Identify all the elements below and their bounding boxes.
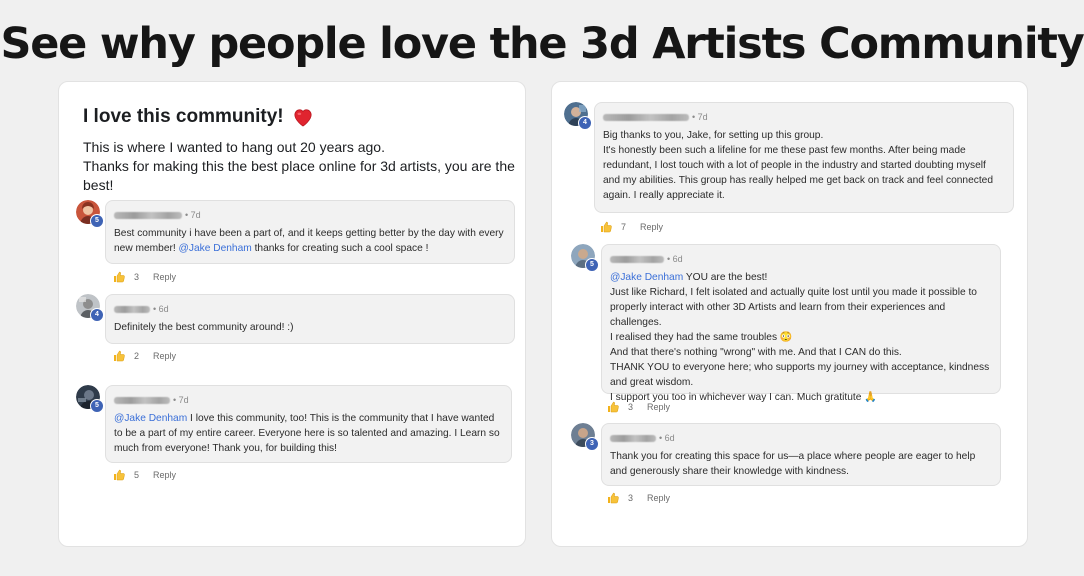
comment-time: • 6d — [153, 304, 169, 314]
post-title-text: I love this community! — [83, 106, 284, 127]
comment-text-part: YOU are the best! — [683, 272, 768, 283]
comment-meta: • 6d — [114, 303, 506, 315]
comment: 4 • 7d Big thanks to you, Jake, for sett… — [564, 102, 1016, 237]
comment-bubble: • 6d Definitely the best community aroun… — [105, 294, 515, 344]
heart-icon — [294, 109, 312, 127]
comment-bubble: • 6d @Jake Denham YOU are the best! Just… — [601, 244, 1001, 403]
thumbs-up-icon[interactable] — [113, 271, 125, 283]
like-count: 2 — [134, 351, 140, 361]
comment-bubble: • 7d @Jake Denham I love this community,… — [105, 385, 512, 463]
author-name-blurred[interactable] — [610, 434, 656, 442]
comment-reply: 3 • 6d Thank you for creating this space… — [571, 423, 1003, 508]
post-body: This is where I wanted to hang out 20 ye… — [83, 138, 525, 195]
like-count: 3 — [628, 402, 634, 412]
comment: 5 • 7d @Jake Denham I love this communit… — [76, 385, 516, 485]
level-badge: 4 — [90, 308, 104, 322]
comment-text: @Jake Denham YOU are the best! Just like… — [610, 270, 992, 405]
thumbs-up-icon[interactable] — [113, 350, 125, 362]
avatar[interactable]: 4 — [76, 294, 104, 322]
comment-text: Definitely the best community around! :) — [114, 322, 294, 333]
author-name-blurred[interactable] — [114, 305, 150, 313]
post-line: This is where I wanted to hang out 20 ye… — [83, 139, 385, 155]
comment-text: Best community i have been a part of, an… — [114, 226, 506, 256]
comment-actions: 3 Reply — [607, 401, 670, 413]
author-name-blurred[interactable] — [610, 255, 664, 263]
level-badge: 4 — [578, 116, 592, 130]
comment-line: And that there's nothing "wrong" with me… — [610, 347, 902, 358]
comment-line: Just like Richard, I felt isolated and a… — [610, 287, 977, 328]
mention-link[interactable]: @Jake Denham — [114, 413, 187, 424]
comment-bubble: • 7d Best community i have been a part o… — [105, 200, 515, 264]
comment-time: • 6d — [667, 254, 683, 264]
level-badge: 3 — [585, 437, 599, 451]
headline: See why people love the 3d Artists Commu… — [0, 19, 1084, 69]
level-badge: 5 — [585, 258, 599, 272]
comment-actions: 7 Reply — [600, 221, 663, 233]
like-count: 5 — [134, 470, 140, 480]
thumbs-up-icon[interactable] — [607, 401, 619, 413]
comment-actions: 2 Reply — [113, 350, 176, 362]
comment-meta: • 7d — [114, 209, 506, 221]
comment-reply: 5 • 6d @Jake Denham YOU are the best! Ju… — [571, 244, 1003, 416]
avatar[interactable]: 4 — [564, 102, 592, 130]
comment-text: @Jake Denham I love this community, too!… — [114, 411, 503, 456]
comment-time: • 6d — [659, 433, 675, 443]
thumbs-up-icon[interactable] — [113, 469, 125, 481]
author-name-blurred[interactable] — [114, 211, 182, 219]
comment-line: It's honestly been such a lifeline for m… — [603, 145, 993, 201]
comment-line: @Jake Denham YOU are the best! — [610, 270, 992, 285]
reply-button[interactable]: Reply — [153, 272, 176, 282]
avatar[interactable]: 5 — [76, 385, 104, 413]
comment: 5 • 7d Best community i have been a part… — [76, 200, 516, 286]
comment-meta: • 7d — [603, 111, 1005, 123]
level-badge: 5 — [90, 399, 104, 413]
reply-button[interactable]: Reply — [640, 222, 663, 232]
comment-line: THANK YOU to everyone here; who supports… — [610, 362, 990, 388]
reply-button[interactable]: Reply — [647, 493, 670, 503]
comment-meta: • 6d — [610, 253, 992, 265]
thumbs-up-icon[interactable] — [607, 492, 619, 504]
post-title: I love this community! — [83, 106, 314, 128]
community-post-card: I love this community! This is where I w… — [58, 81, 526, 547]
comment: 4 • 6d Definitely the best community aro… — [76, 294, 516, 364]
mention-link[interactable]: @Jake Denham — [610, 272, 683, 283]
post-line: Thanks for making this the best place on… — [83, 158, 515, 193]
reply-button[interactable]: Reply — [647, 402, 670, 412]
comment-time: • 7d — [173, 395, 189, 405]
author-name-blurred[interactable] — [603, 113, 689, 121]
comment-time: • 7d — [692, 112, 708, 122]
comment-meta: • 6d — [610, 432, 992, 444]
comment-line: Big thanks to you, Jake, for setting up … — [603, 130, 824, 141]
mention-link[interactable]: @Jake Denham — [179, 243, 252, 254]
thumbs-up-icon[interactable] — [600, 221, 612, 233]
like-count: 3 — [628, 493, 634, 503]
comment-text: Thank you for creating this space for us… — [610, 451, 976, 477]
like-count: 7 — [621, 222, 627, 232]
level-badge: 5 — [90, 214, 104, 228]
comment-meta: • 7d — [114, 394, 503, 406]
reply-button[interactable]: Reply — [153, 351, 176, 361]
like-count: 3 — [134, 272, 140, 282]
reply-button[interactable]: Reply — [153, 470, 176, 480]
avatar[interactable]: 5 — [76, 200, 104, 228]
comment-line: I realised they had the same troubles 😳 — [610, 332, 793, 343]
comment-bubble: • 7d Big thanks to you, Jake, for settin… — [594, 102, 1014, 213]
comment-actions: 3 Reply — [113, 271, 176, 283]
comment-text-part: thanks for creating such a cool space ! — [251, 243, 429, 254]
comment-actions: 3 Reply — [607, 492, 670, 504]
avatar[interactable]: 3 — [571, 423, 599, 451]
comment-time: • 7d — [185, 210, 201, 220]
author-name-blurred[interactable] — [114, 396, 170, 404]
comments-thread-card: 4 • 7d Big thanks to you, Jake, for sett… — [551, 81, 1028, 547]
comment-bubble: • 6d Thank you for creating this space f… — [601, 423, 1001, 486]
comment-actions: 5 Reply — [113, 469, 176, 481]
comment-text: Big thanks to you, Jake, for setting up … — [603, 128, 1005, 203]
avatar[interactable]: 5 — [571, 244, 599, 272]
